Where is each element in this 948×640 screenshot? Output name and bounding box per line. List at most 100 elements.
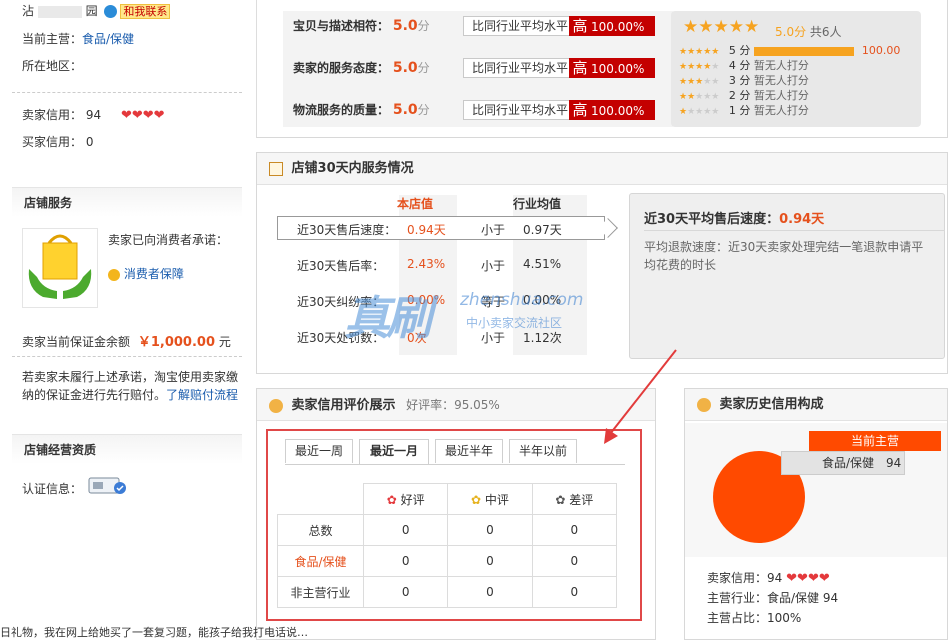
distribution-value: 暂无人打分: [753, 74, 809, 87]
tab-month[interactable]: 最近一月: [359, 439, 429, 464]
service-row-shop-value: 2.43%: [407, 257, 446, 271]
dsr-unit: 分: [417, 61, 430, 75]
history-main-biz-label: 主营行业：: [707, 591, 768, 605]
wangwang-icon[interactable]: [103, 5, 117, 18]
good-rate: 好评率：95.05%: [406, 398, 500, 412]
dsr-pct: 100.00%: [591, 62, 645, 76]
heart-icon: ❤: [153, 108, 165, 123]
dsr-unit: 分: [417, 103, 430, 117]
history-credit: 卖家信用：94 ❤❤❤❤: [707, 569, 830, 586]
buyer-credit: 买家信用： 0: [22, 133, 93, 150]
main-category-label: 当前主营: [809, 431, 941, 451]
cell-bad[interactable]: 0: [531, 514, 618, 546]
dsr-pct: 100.00%: [591, 104, 645, 118]
dsr-compare-tag: 比同行业平均水平 高 100.00%: [463, 16, 655, 36]
dsr-score: 5.0: [392, 60, 418, 76]
service-row-compare: 小于: [481, 223, 506, 237]
annotation-arrow: [604, 349, 677, 444]
distribution-label: 2 分: [725, 89, 754, 102]
history-share-label: 主营占比：: [707, 611, 768, 625]
distribution-value: 100.00: [861, 44, 901, 57]
col-industry-header: 行业均值: [513, 197, 562, 211]
summary-count: 共6人: [809, 25, 842, 39]
service-row-label: 近30天售后率：: [297, 259, 385, 273]
credit-table: ✿ 好评 ✿ 中评 ✿ 差评 总数 0 0 0 食品/保健 0 0 0 非主营行…: [277, 483, 618, 608]
service-row-compare: 小于: [481, 259, 506, 273]
user-icon: [269, 398, 283, 413]
dsr-compare-tag: 比同行业平均水平 高 100.00%: [463, 58, 655, 78]
credit-title: 卖家信用评价展示: [291, 398, 396, 413]
history-main-biz: 主营行业：食品/保健 94: [707, 589, 838, 606]
contact-me-link[interactable]: 和我联系: [120, 4, 171, 19]
shop-name: 沾 园 和我联系: [22, 2, 171, 19]
deposit-label: 卖家当前保证金余额: [22, 335, 131, 349]
dsr-compare-text: 比同行业平均水平: [472, 19, 569, 33]
cell-good[interactable]: 0: [362, 545, 449, 577]
history-header: 卖家历史信用构成: [685, 389, 947, 421]
row-stars-icon: ★★★★★: [679, 107, 720, 117]
col-shop-header: 本店值: [397, 197, 434, 211]
main-category-name: 食品/保健: [822, 456, 875, 470]
tab-half-year[interactable]: 最近半年: [435, 439, 503, 463]
service-row-shop-value: 0.94天: [407, 223, 446, 237]
distribution-value: 暂无人打分: [753, 104, 809, 117]
heart-icon: ❤: [131, 108, 143, 123]
guarantee-link-wrap[interactable]: 消费者保障: [108, 265, 184, 282]
divider: [12, 356, 242, 357]
row-label: 总数: [277, 514, 364, 546]
bad-rating-icon: ✿: [555, 492, 566, 507]
tab-week[interactable]: 最近一周: [285, 439, 353, 463]
cell-neutral[interactable]: 0: [447, 545, 533, 577]
cell-bad[interactable]: 0: [531, 545, 618, 577]
cell-neutral[interactable]: 0: [447, 514, 533, 546]
guarantee-icon: [22, 228, 98, 308]
dsr-pct: 100.00%: [591, 20, 645, 34]
summary-score: 5.0分 共6人: [775, 23, 842, 40]
distribution-label: 4 分: [725, 59, 754, 72]
calendar-icon: [269, 161, 283, 176]
shop-name-prefix: 沾: [22, 4, 35, 18]
cell-bad[interactable]: 0: [531, 576, 618, 608]
history-credit-value: 94: [767, 571, 783, 585]
dsr-level-badge: 高 100.00%: [569, 16, 655, 36]
cell-neutral[interactable]: 0: [447, 576, 533, 608]
history-panel: 卖家历史信用构成 当前主营 食品/保健 94 卖家信用：94 ❤❤❤❤ 主营行业…: [684, 388, 948, 640]
heart-icon: ❤: [142, 108, 154, 123]
region-label: 所在地区：: [22, 59, 83, 73]
dsr-level-badge: 高 100.00%: [569, 58, 655, 78]
service-detail-box: 近30天平均售后速度：0.94天 平均退款速度：近30天卖家处理完结一笔退款申请…: [629, 193, 946, 359]
row-stars-icon: ★★★★★: [679, 47, 720, 57]
table-row: 食品/保健 0 0 0: [277, 545, 618, 577]
dsr-compare-text: 比同行业平均水平: [472, 103, 569, 117]
distribution-bar: [753, 46, 854, 56]
service30-header: 店铺30天内服务情况: [257, 153, 947, 185]
row-label: 食品/保健: [277, 545, 364, 577]
main-business-link[interactable]: 食品/保健: [82, 32, 134, 46]
claim-process-link[interactable]: 了解赔付流程: [166, 388, 238, 402]
summary-score-value: 5.0分: [775, 25, 807, 39]
divider: [12, 92, 242, 93]
dsr-row-service: 卖家的服务态度： 5.0分: [293, 59, 430, 76]
header-neutral-label: 中评: [484, 492, 509, 507]
distribution-row: ★★★★★ 3 分 暂无人打分: [679, 73, 915, 88]
cell-good[interactable]: 0: [362, 576, 449, 608]
dsr-level: 高: [572, 59, 588, 77]
history-heart-icons[interactable]: ❤❤❤❤: [786, 571, 830, 585]
distribution-value: 暂无人打分: [753, 59, 809, 72]
distribution-row: ★★★★★ 2 分 暂无人打分: [679, 88, 915, 103]
buyer-credit-value: 0: [85, 135, 94, 149]
guarantee-link[interactable]: 消费者保障: [124, 267, 184, 281]
deposit-row: 卖家当前保证金余额 ￥1,000.00 元: [22, 331, 231, 350]
cell-good[interactable]: 0: [362, 514, 449, 546]
detail-title-value: 0.94天: [779, 212, 825, 227]
row-label: 非主营行业: [277, 576, 364, 608]
shop-service-title: 店铺服务: [12, 187, 242, 217]
tab-before-half-year[interactable]: 半年以前: [509, 439, 577, 463]
dsr-panel: 宝贝与描述相符： 5.0分 比同行业平均水平 高 100.00% 卖家的服务态度：…: [256, 0, 948, 138]
certification-icon[interactable]: [88, 476, 128, 496]
history-title: 卖家历史信用构成: [719, 397, 824, 412]
detail-title: 近30天平均售后速度：0.94天: [644, 208, 824, 227]
heart-icon: ❤: [807, 571, 819, 586]
heart-icon: ❤: [818, 571, 830, 586]
heart-rank-icons[interactable]: ❤❤❤❤: [121, 108, 165, 122]
